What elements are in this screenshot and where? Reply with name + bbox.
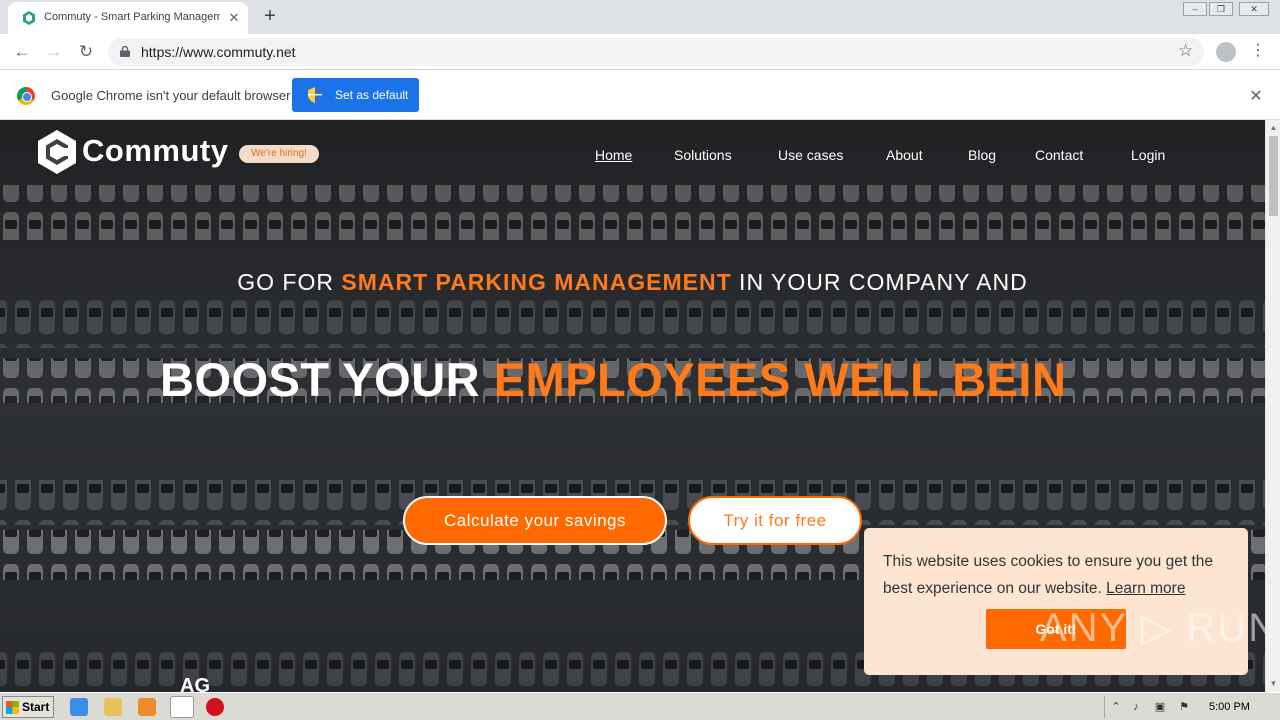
internet-explorer-icon[interactable] bbox=[70, 698, 88, 716]
brand-name[interactable]: Commuty bbox=[82, 133, 228, 169]
nav-solutions[interactable]: Solutions bbox=[674, 147, 732, 163]
hero-subheadline: GO FOR SMART PARKING MANAGEMENT IN YOUR … bbox=[0, 269, 1265, 296]
nav-about[interactable]: About bbox=[886, 147, 923, 163]
tray-expand-icon[interactable]: ⌃ bbox=[1109, 700, 1123, 714]
client-logos-row: AG bbox=[180, 675, 210, 692]
file-explorer-icon[interactable] bbox=[104, 698, 122, 716]
browser-toolbar: ← → ↻ https://www.commuty.net ☆ ⋮ bbox=[0, 34, 1280, 70]
chrome-menu-icon[interactable]: ⋮ bbox=[1250, 41, 1266, 61]
nav-use-cases[interactable]: Use cases bbox=[778, 147, 843, 163]
tab-strip: Commuty - Smart Parking Management ✕ + ‒… bbox=[0, 0, 1280, 34]
browser-tab[interactable]: Commuty - Smart Parking Management ✕ bbox=[8, 2, 248, 34]
anyrun-watermark: ANY ▷ RUN bbox=[1040, 606, 1280, 650]
tab-close-icon[interactable]: ✕ bbox=[226, 10, 242, 26]
start-button[interactable]: Start bbox=[2, 696, 54, 718]
hiring-badge[interactable]: We're hiring! bbox=[239, 145, 319, 163]
start-label: Start bbox=[22, 700, 50, 714]
url-text: https://www.commuty.net bbox=[141, 44, 296, 60]
clock: 5:00 PM bbox=[1209, 701, 1250, 713]
hero-subheadline-a: GO FOR bbox=[237, 269, 342, 295]
action-center-flag-icon[interactable]: ⚑ bbox=[1177, 700, 1191, 714]
system-tray: ⌃ ♪ ▣ ⚑ 5:00 PM bbox=[1104, 696, 1280, 718]
nav-blog[interactable]: Blog bbox=[968, 147, 996, 163]
chrome-taskbar-icon[interactable] bbox=[170, 696, 194, 718]
restore-button[interactable]: ❐ bbox=[1209, 2, 1233, 16]
set-as-default-label: Set as default bbox=[335, 88, 409, 102]
profile-avatar-icon[interactable] bbox=[1216, 42, 1236, 62]
hero-headline: BOOST YOUR EMPLOYEES WELL BEIN bbox=[160, 352, 1066, 407]
windows-taskbar: Start ⌃ ♪ ▣ ⚑ 5:00 PM bbox=[0, 692, 1280, 720]
nav-login[interactable]: Login bbox=[1131, 147, 1165, 163]
infobar-message: Google Chrome isn't your default browser bbox=[51, 88, 291, 103]
address-bar[interactable]: https://www.commuty.net ☆ bbox=[108, 38, 1204, 66]
commuty-logo-icon bbox=[38, 130, 76, 174]
cookie-learn-more-link[interactable]: Learn more bbox=[1106, 580, 1185, 597]
set-as-default-button[interactable]: Set as default bbox=[292, 78, 419, 112]
hero-subheadline-c: IN YOUR COMPANY AND bbox=[731, 269, 1028, 295]
network-icon[interactable]: ▣ bbox=[1153, 700, 1167, 714]
tab-title: Commuty - Smart Parking Management bbox=[44, 11, 220, 23]
media-player-icon[interactable] bbox=[138, 698, 156, 716]
minimize-button[interactable]: ‒ bbox=[1183, 2, 1207, 16]
chrome-logo-icon bbox=[17, 87, 35, 105]
reload-icon[interactable]: ↻ bbox=[75, 41, 97, 63]
scroll-thumb[interactable] bbox=[1269, 136, 1278, 216]
nav-home[interactable]: Home bbox=[595, 147, 632, 163]
volume-icon[interactable]: ♪ bbox=[1129, 700, 1143, 714]
windows-logo-icon bbox=[6, 701, 19, 714]
hero-subheadline-highlight: SMART PARKING MANAGEMENT bbox=[341, 269, 732, 295]
infobar-close-icon[interactable]: ✕ bbox=[1247, 86, 1265, 106]
lock-icon bbox=[120, 46, 130, 57]
forward-icon[interactable]: → bbox=[43, 41, 65, 63]
cookie-banner: This website uses cookies to ensure you … bbox=[864, 528, 1248, 675]
uac-shield-icon bbox=[308, 87, 322, 103]
new-tab-button[interactable]: + bbox=[259, 5, 281, 27]
back-icon[interactable]: ← bbox=[11, 41, 33, 63]
calculate-savings-button[interactable]: Calculate your savings bbox=[403, 496, 667, 545]
hero-headline-highlight: EMPLOYEES WELL BEIN bbox=[493, 353, 1067, 406]
page-scrollbar[interactable]: ▲ ▼ bbox=[1265, 120, 1280, 692]
opera-icon[interactable] bbox=[206, 698, 224, 716]
try-free-button[interactable]: Try it for free bbox=[688, 496, 862, 545]
screen: Commuty - Smart Parking Management ✕ + ‒… bbox=[0, 0, 1280, 720]
hero-headline-a: BOOST YOUR bbox=[160, 353, 494, 406]
bookmark-star-icon[interactable]: ☆ bbox=[1178, 41, 1193, 61]
close-window-button[interactable]: ✕ bbox=[1239, 2, 1269, 16]
cookie-message: This website uses cookies to ensure you … bbox=[883, 548, 1233, 602]
default-browser-infobar: Google Chrome isn't your default browser… bbox=[0, 71, 1280, 120]
scroll-up-icon[interactable]: ▲ bbox=[1266, 120, 1280, 135]
nav-contact[interactable]: Contact bbox=[1035, 147, 1083, 163]
scroll-down-icon[interactable]: ▼ bbox=[1266, 676, 1280, 691]
commuty-favicon-icon bbox=[23, 11, 35, 25]
